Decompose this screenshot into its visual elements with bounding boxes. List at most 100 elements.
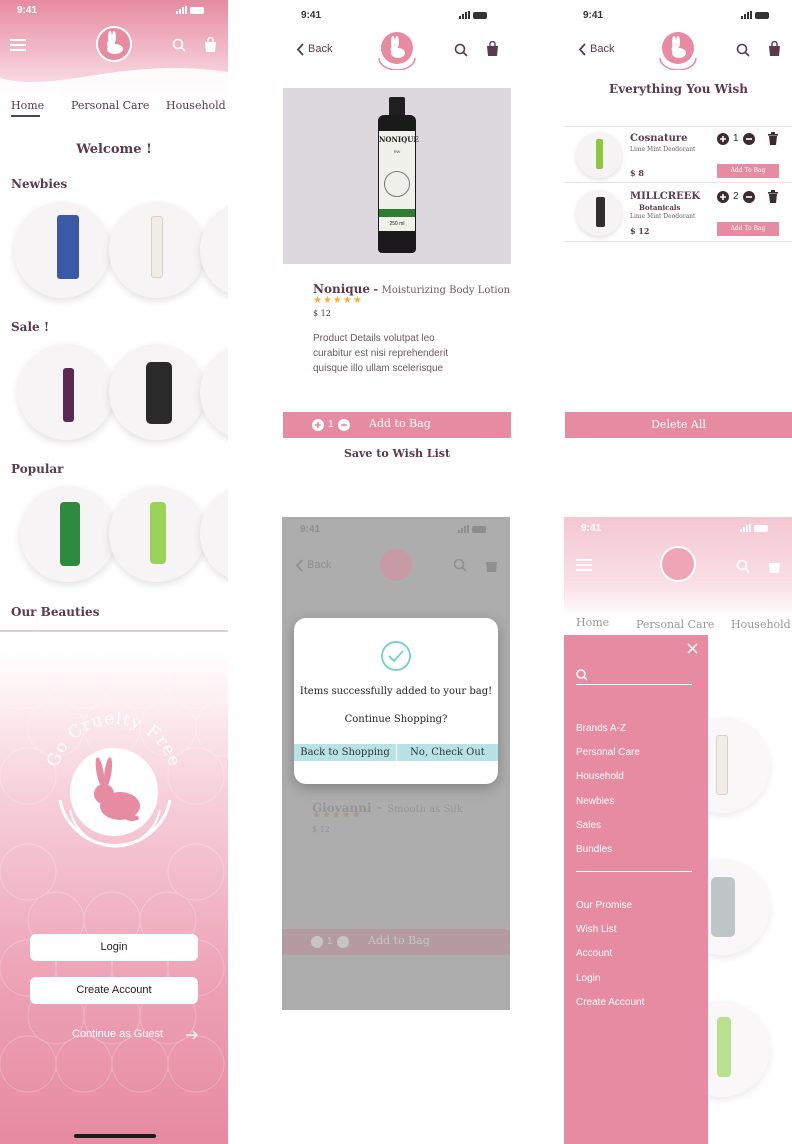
minus-circle-icon[interactable] <box>338 419 350 431</box>
bag-icon[interactable] <box>204 37 217 53</box>
product-card[interactable] <box>200 344 228 440</box>
menu-item-personal-care[interactable]: Personal Care <box>576 741 640 765</box>
battery-icon <box>190 6 204 14</box>
tab-personal-care[interactable]: Personal Care <box>71 99 149 112</box>
check-out-button[interactable]: No, Check Out <box>397 744 498 761</box>
trash-icon[interactable] <box>768 190 778 203</box>
trash-icon[interactable] <box>768 132 778 145</box>
battery-icon <box>754 524 768 532</box>
search-icon[interactable] <box>172 38 186 52</box>
battery-icon <box>473 11 487 19</box>
product-thumb <box>150 502 166 564</box>
logo <box>660 546 696 582</box>
status-icons <box>176 6 204 14</box>
minus-circle-icon[interactable] <box>743 191 755 203</box>
menu-item-login[interactable]: Login <box>576 967 644 991</box>
bag-icon[interactable] <box>486 41 499 57</box>
menu-item-newbies[interactable]: Newbies <box>576 790 640 814</box>
bg-name: Smooth as Silk <box>387 804 463 815</box>
menu-item-brands[interactable]: Brands A-Z <box>576 717 640 741</box>
bg-qty: 1 <box>327 936 333 947</box>
tab-home: Home <box>576 616 610 629</box>
add-to-bag-button[interactable]: Add To Bag <box>717 164 779 178</box>
bottle-label-sub: RW <box>393 149 401 154</box>
product-screen: 9:41 Back NONIQUE RW 250 ml Nonique - Mo… <box>283 0 511 470</box>
product-thumb <box>717 1017 731 1077</box>
plus-circle-icon[interactable] <box>312 419 324 431</box>
logo[interactable] <box>96 26 132 62</box>
dialog-message: Items successfully added to your bag! <box>299 686 493 697</box>
menu-item-wish-list[interactable]: Wish List <box>576 918 644 942</box>
continue-guest-link[interactable]: Continue as Guest <box>72 1028 163 1040</box>
bg-price: $ 12 <box>312 825 330 834</box>
search-icon <box>576 669 588 681</box>
plus-circle-icon[interactable] <box>717 133 729 145</box>
product-card[interactable] <box>200 486 228 582</box>
confirmation-dialog: Items successfully added to your bag! Co… <box>294 618 498 784</box>
product-thumb <box>63 368 74 422</box>
status-icons <box>741 11 769 19</box>
check-circle-icon <box>381 641 411 671</box>
menu-item-household[interactable]: Household <box>576 765 640 789</box>
menu-search-input[interactable] <box>576 684 692 685</box>
delete-all-button[interactable]: Delete All <box>565 412 792 438</box>
add-to-bag-button[interactable]: Add to Bag <box>369 417 431 430</box>
tab-home[interactable]: Home <box>11 99 44 112</box>
add-to-bag-button[interactable]: Add To Bag <box>717 222 779 236</box>
status-icons <box>459 11 487 19</box>
menu-item-sales[interactable]: Sales <box>576 814 640 838</box>
close-icon[interactable] <box>687 643 698 654</box>
list-item: Cosnature Lime Mint Deodorant $ 8 1 Add … <box>565 126 792 183</box>
menu-item-account[interactable]: Account <box>576 942 644 966</box>
menu-item-create-account[interactable]: Create Account <box>576 991 644 1015</box>
search-icon <box>453 558 467 572</box>
quantity-value: 1 <box>733 133 739 144</box>
tab-household[interactable]: Household <box>166 99 226 112</box>
product-thumb <box>151 216 163 278</box>
chevron-left-icon[interactable] <box>296 43 304 56</box>
minus-circle-icon <box>337 936 349 948</box>
item-desc: Lime Mint Deodorant <box>630 213 696 220</box>
hamburger-menu-icon[interactable] <box>10 39 26 51</box>
quantity-value: 1 <box>328 419 334 430</box>
chevron-left-icon <box>295 559 303 572</box>
product-card[interactable] <box>200 202 228 298</box>
status-time: 9:41 <box>300 524 321 535</box>
search-icon[interactable] <box>736 43 750 57</box>
product-price: $ 12 <box>313 309 331 318</box>
menu-group-primary: Brands A-Z Personal Care Household Newbi… <box>576 717 640 862</box>
create-account-button[interactable]: Create Account <box>30 977 198 1004</box>
menu-divider <box>576 871 692 872</box>
arrow-right-icon[interactable] <box>185 1030 198 1040</box>
item-price: $ 12 <box>630 226 650 236</box>
search-icon[interactable] <box>454 43 468 57</box>
logo <box>380 549 412 581</box>
status-icons <box>740 524 768 532</box>
menu-item-bundles[interactable]: Bundles <box>576 838 640 862</box>
battery-icon <box>755 11 769 19</box>
menu-item-our-promise[interactable]: Our Promise <box>576 894 644 918</box>
chevron-left-icon[interactable] <box>578 43 586 56</box>
login-button[interactable]: Login <box>30 934 198 961</box>
back-button[interactable]: Back <box>308 43 332 55</box>
bag-icon[interactable] <box>768 41 781 57</box>
battery-icon <box>472 525 486 533</box>
star-rating: ★★★★★ <box>313 295 363 306</box>
item-brand: MILLCREEK <box>630 191 701 202</box>
minus-circle-icon[interactable] <box>743 133 755 145</box>
product-title: Nonique - Moisturizing Body Lotion <box>313 282 510 296</box>
save-wishlist-link[interactable]: Save to Wish List <box>283 447 511 460</box>
item-desc: Lime Mint Deodorant <box>630 146 696 153</box>
back-to-shopping-button[interactable]: Back to Shopping <box>294 744 396 761</box>
back-button[interactable]: Back <box>590 43 614 55</box>
hamburger-menu-icon <box>576 559 592 571</box>
item-brand-2: Botanicals <box>639 203 681 212</box>
back-button: Back <box>307 559 332 571</box>
home-screen: 9:41 Home Personal Care Household Welcom… <box>0 0 228 632</box>
tab-household: Household <box>731 618 791 631</box>
tab-personal-care: Personal Care <box>636 618 715 631</box>
menu-group-secondary: Our Promise Wish List Account Login Crea… <box>576 894 644 1015</box>
product-details: Product Details volutpat leo curabitur e… <box>313 331 448 376</box>
product-thumb <box>711 877 735 937</box>
plus-circle-icon[interactable] <box>717 191 729 203</box>
